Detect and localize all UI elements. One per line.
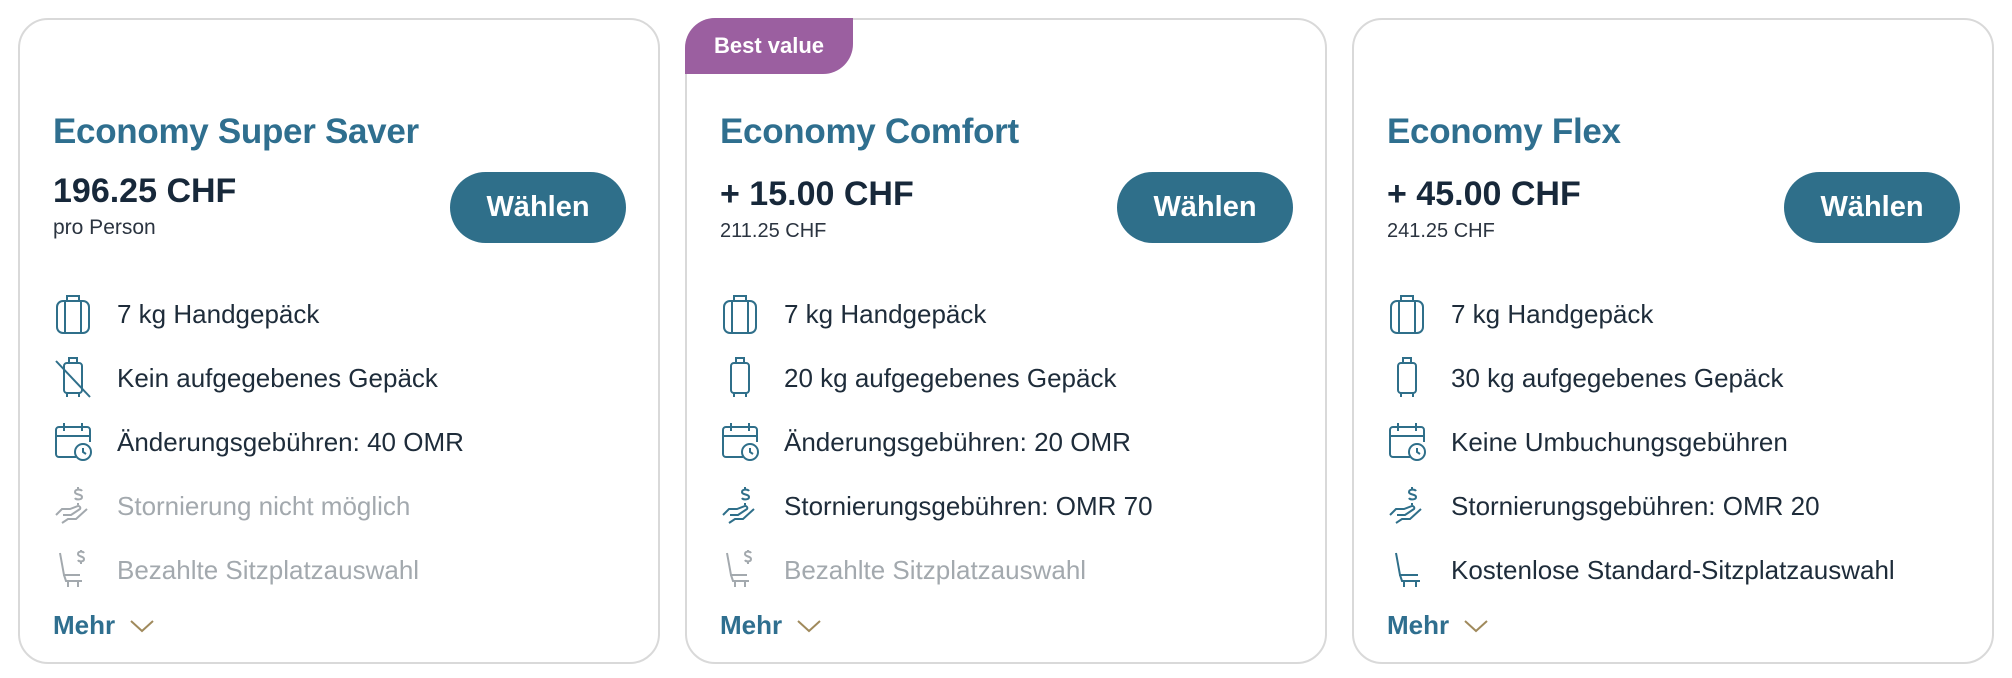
fare-price: + 45.00 CHF <box>1387 175 1581 213</box>
feature-text: Kein aufgegebenes Gepäck <box>117 362 438 393</box>
calendar-clock-icon <box>53 419 93 465</box>
feature-text: Keine Umbuchungsgebühren <box>1451 426 1788 457</box>
feature-item: Kein aufgegebenes Gepäck <box>53 346 638 410</box>
feature-list: 7 kg Handgepäck 20 kg aufgegebenes Gepäc… <box>720 282 1305 602</box>
feature-item: 7 kg Handgepäck <box>53 282 638 346</box>
checked-bag-icon <box>720 355 760 401</box>
more-toggle[interactable]: Mehr <box>720 610 822 641</box>
feature-item: Stornierung nicht möglich <box>53 474 638 538</box>
fare-price: + 15.00 CHF <box>720 175 914 213</box>
feature-text: 30 kg aufgegebenes Gepäck <box>1451 362 1784 393</box>
more-label: Mehr <box>720 610 783 640</box>
feature-list: 7 kg Handgepäck 30 kg aufgegebenes Gepäc… <box>1387 282 1972 602</box>
feature-item: Änderungsgebühren: 20 OMR <box>720 410 1305 474</box>
feature-text: 7 kg Handgepäck <box>117 298 320 329</box>
chevron-down-icon <box>1464 619 1488 632</box>
carry-on-bag-icon <box>720 291 760 337</box>
fare-card-flex: Economy Flex + 45.00 CHF 241.25 CHF Wähl… <box>1352 18 1994 664</box>
feature-item: Bezahlte Sitzplatzauswahl <box>720 538 1305 602</box>
feature-item: Keine Umbuchungsgebühren <box>1387 410 1972 474</box>
feature-item: 20 kg aufgegebenes Gepäck <box>720 346 1305 410</box>
select-fare-button[interactable]: Wählen <box>450 172 626 243</box>
feature-text: Stornierung nicht möglich <box>117 490 411 521</box>
fare-card-super-saver: Economy Super Saver 196.25 CHF pro Perso… <box>18 18 660 664</box>
fare-title: Economy Comfort <box>720 112 1019 151</box>
feature-text: 20 kg aufgegebenes Gepäck <box>784 362 1117 393</box>
chevron-down-icon <box>797 619 821 632</box>
more-toggle[interactable]: Mehr <box>1387 610 1489 641</box>
calendar-clock-icon <box>720 419 760 465</box>
refund-hand-icon <box>53 483 93 529</box>
best-value-badge: Best value <box>685 18 853 74</box>
feature-text: Kostenlose Standard-Sitzplatzauswahl <box>1451 554 1895 585</box>
more-toggle[interactable]: Mehr <box>53 610 155 641</box>
feature-item: Stornierungsgebühren: OMR 70 <box>720 474 1305 538</box>
more-label: Mehr <box>1387 610 1450 640</box>
feature-text: Änderungsgebühren: 20 OMR <box>784 426 1131 457</box>
select-fare-button[interactable]: Wählen <box>1117 172 1293 243</box>
fare-total-price: 241.25 CHF <box>1387 220 1495 242</box>
feature-text: Stornierungsgebühren: OMR 20 <box>1451 490 1820 521</box>
calendar-clock-icon <box>1387 419 1427 465</box>
feature-item: Kostenlose Standard-Sitzplatzauswahl <box>1387 538 1972 602</box>
feature-item: 7 kg Handgepäck <box>720 282 1305 346</box>
carry-on-bag-icon <box>1387 291 1427 337</box>
feature-item: Stornierungsgebühren: OMR 20 <box>1387 474 1972 538</box>
fare-total-price: 211.25 CHF <box>720 220 827 242</box>
chevron-down-icon <box>130 619 154 632</box>
feature-text: 7 kg Handgepäck <box>1451 298 1654 329</box>
feature-text: Stornierungsgebühren: OMR 70 <box>784 490 1153 521</box>
feature-item: Änderungsgebühren: 40 OMR <box>53 410 638 474</box>
refund-hand-icon <box>720 483 760 529</box>
feature-item: Bezahlte Sitzplatzauswahl <box>53 538 638 602</box>
feature-item: 30 kg aufgegebenes Gepäck <box>1387 346 1972 410</box>
seat-dollar-icon <box>53 547 93 593</box>
fare-card-comfort: Best value Economy Comfort + 15.00 CHF 2… <box>685 18 1327 664</box>
checked-bag-icon <box>1387 355 1427 401</box>
no-checked-bag-icon <box>53 355 93 401</box>
feature-item: 7 kg Handgepäck <box>1387 282 1972 346</box>
select-fare-button[interactable]: Wählen <box>1784 172 1960 243</box>
feature-text: 7 kg Handgepäck <box>784 298 987 329</box>
refund-hand-icon <box>1387 483 1427 529</box>
feature-text: Bezahlte Sitzplatzauswahl <box>117 554 420 585</box>
seat-dollar-icon <box>720 547 760 593</box>
feature-list: 7 kg Handgepäck Kein aufgegebenes Gepäck… <box>53 282 638 602</box>
fare-title: Economy Flex <box>1387 112 1621 151</box>
fare-title: Economy Super Saver <box>53 112 419 151</box>
feature-text: Änderungsgebühren: 40 OMR <box>117 426 464 457</box>
fare-price-note: pro Person <box>53 216 156 239</box>
fare-price: 196.25 CHF <box>53 172 237 210</box>
carry-on-bag-icon <box>53 291 93 337</box>
seat-icon <box>1387 547 1427 593</box>
feature-text: Bezahlte Sitzplatzauswahl <box>784 554 1087 585</box>
more-label: Mehr <box>53 610 116 640</box>
